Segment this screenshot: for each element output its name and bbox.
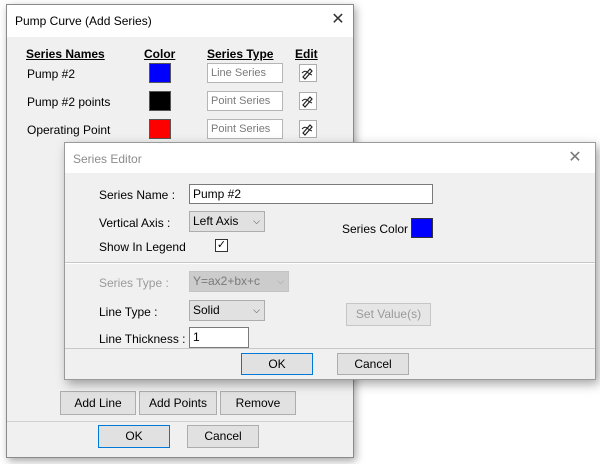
series-editor-dialog: Series Editor ✕ Series Name : Pump #2 Ve… xyxy=(64,142,596,380)
header-series-type: Series Type xyxy=(207,47,274,61)
series-color-label: Series Color : xyxy=(342,222,415,236)
edit-series-button[interactable] xyxy=(299,64,317,82)
series-color-swatch[interactable] xyxy=(149,91,171,111)
vertical-axis-label: Vertical Axis : xyxy=(99,216,171,230)
series-color-swatch[interactable] xyxy=(149,119,171,139)
series-type-field: Point Series xyxy=(207,91,283,111)
title-bar: Series Editor ✕ xyxy=(65,143,595,173)
close-icon[interactable]: ✕ xyxy=(327,10,349,30)
ok-button[interactable]: OK xyxy=(241,353,313,375)
edit-pencil-icon xyxy=(301,68,313,80)
add-points-button[interactable]: Add Points xyxy=(139,391,217,415)
series-type-select: Y=ax2+bx+c ⌵ xyxy=(189,271,289,292)
show-in-legend-label: Show In Legend xyxy=(99,240,186,254)
close-icon[interactable]: ✕ xyxy=(565,148,585,168)
series-color-swatch[interactable] xyxy=(149,63,171,83)
header-series-names: Series Names xyxy=(26,47,105,61)
divider xyxy=(7,421,353,422)
header-color: Color xyxy=(144,47,176,61)
series-type-field: Point Series xyxy=(207,119,283,139)
chevron-down-icon: ⌵ xyxy=(253,216,260,226)
vertical-axis-value: Left Axis xyxy=(193,214,239,228)
series-name-input[interactable]: Pump #2 xyxy=(189,184,433,204)
divider xyxy=(65,262,595,264)
line-type-label: Line Type : xyxy=(99,305,158,319)
vertical-axis-select[interactable]: Left Axis ⌵ xyxy=(189,211,265,232)
cancel-button[interactable]: Cancel xyxy=(187,425,259,448)
series-name-label: Series Name : xyxy=(99,188,176,202)
series-color-swatch[interactable] xyxy=(411,218,433,238)
set-values-button: Set Value(s) xyxy=(346,303,431,326)
edit-pencil-icon xyxy=(301,124,313,136)
edit-series-button[interactable] xyxy=(299,120,317,138)
ok-button[interactable]: OK xyxy=(98,425,170,448)
divider xyxy=(65,348,595,349)
title-bar: Pump Curve (Add Series) ✕ xyxy=(7,5,353,37)
line-thickness-input[interactable]: 1 xyxy=(189,327,249,348)
series-type-value: Y=ax2+bx+c xyxy=(193,274,261,288)
remove-button[interactable]: Remove xyxy=(220,391,296,415)
line-type-value: Solid xyxy=(193,303,220,317)
dialog-title: Pump Curve (Add Series) xyxy=(15,14,152,28)
chevron-down-icon: ⌵ xyxy=(277,276,284,286)
line-thickness-label: Line Thickness : xyxy=(99,332,186,346)
header-edit: Edit xyxy=(295,47,318,61)
series-name-label: Operating Point xyxy=(27,123,111,137)
series-name-label: Pump #2 points xyxy=(27,95,111,109)
cancel-button[interactable]: Cancel xyxy=(337,353,409,375)
show-in-legend-checkbox[interactable]: ✓ xyxy=(215,239,228,252)
series-name-label: Pump #2 xyxy=(27,67,76,81)
series-type-field: Line Series xyxy=(207,63,283,83)
chevron-down-icon: ⌵ xyxy=(253,305,260,315)
edit-series-button[interactable] xyxy=(299,92,317,110)
dialog-title: Series Editor xyxy=(73,152,142,166)
line-type-select[interactable]: Solid ⌵ xyxy=(189,300,265,321)
add-line-button[interactable]: Add Line xyxy=(60,391,136,415)
series-type-label: Series Type : xyxy=(99,276,169,290)
edit-pencil-icon xyxy=(301,96,313,108)
